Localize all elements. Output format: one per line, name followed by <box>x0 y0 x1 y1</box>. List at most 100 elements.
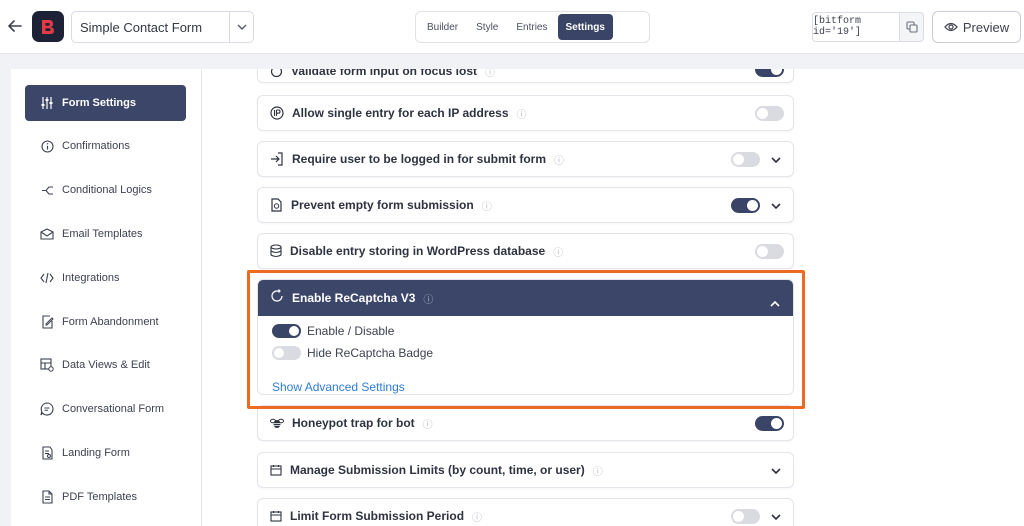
setting-require-login: Require user to be logged in for submit … <box>257 141 794 177</box>
info-icon: ⓘ <box>516 109 527 121</box>
setting-prevent-empty: Prevent empty form submission ⓘ <box>257 187 794 223</box>
tab-builder[interactable]: Builder <box>419 14 466 40</box>
database-icon <box>270 244 282 258</box>
preview-button[interactable]: Preview <box>932 11 1021 43</box>
setting-label: Limit Form Submission Period <box>290 509 465 523</box>
form-name-select[interactable]: Simple Contact Form <box>71 11 254 43</box>
sidebar-item-label: Form Settings <box>62 97 136 109</box>
setting-label: Honeypot trap for bot <box>292 416 415 430</box>
pdf-doc-icon <box>40 490 54 504</box>
recaptcha-enable-toggle[interactable] <box>272 324 301 338</box>
sidebar-item-label: Conditional Logics <box>62 184 152 196</box>
sidebar-item-form-abandonment[interactable]: Form Abandonment <box>25 304 186 340</box>
chat-icon <box>40 402 54 416</box>
envelope-icon <box>40 227 54 241</box>
sidebar-item-label: Email Templates <box>62 228 143 240</box>
hide-badge-label: Hide ReCaptcha Badge <box>307 346 434 360</box>
branch-icon <box>40 183 54 197</box>
preview-label: Preview <box>962 19 1010 35</box>
sidebar-item-confirmations[interactable]: Confirmations <box>25 128 186 164</box>
form-name: Simple Contact Form <box>80 19 203 35</box>
submission-period-toggle[interactable] <box>731 509 760 524</box>
tab-settings[interactable]: Settings <box>557 14 613 40</box>
chevron-down-icon[interactable] <box>768 463 784 479</box>
recaptcha-icon <box>270 288 284 308</box>
sidebar-item-conditional-logics[interactable]: Conditional Logics <box>25 172 186 208</box>
info-icon: ⓘ <box>423 294 434 306</box>
bitform-logo <box>32 11 64 42</box>
recaptcha-badge-row: Hide ReCaptcha Badge <box>272 346 433 360</box>
sidebar-item-landing-form[interactable]: Landing Form <box>25 435 186 471</box>
setting-submission-period: Limit Form Submission Period ⓘ <box>257 498 794 526</box>
sidebar-item-conversational-form[interactable]: Conversational Form <box>25 391 186 427</box>
shield-doc-icon <box>270 198 283 212</box>
sidebar-item-label: Conversational Form <box>62 403 165 415</box>
sidebar-item-integrations[interactable]: Integrations <box>25 260 186 296</box>
doc-search-icon <box>40 446 54 460</box>
setting-label: Prevent empty form submission <box>291 198 474 212</box>
chevron-down-icon[interactable] <box>768 509 784 525</box>
recaptcha-title: Enable ReCaptcha V3 <box>292 291 416 305</box>
chevron-up-icon[interactable] <box>770 294 780 312</box>
setting-label: Manage Submission Limits (by count, time… <box>290 463 585 477</box>
info-icon: ⓘ <box>422 419 433 431</box>
settings-sidebar: Form Settings Confirmations Conditional … <box>11 69 202 526</box>
sidebar-item-label: PDF Templates <box>62 491 137 503</box>
honeypot-toggle[interactable] <box>755 416 784 431</box>
sidebar-item-label: Landing Form <box>62 447 130 459</box>
setting-label: Allow single entry for each IP address <box>292 106 509 120</box>
back-arrow-icon[interactable] <box>5 15 25 37</box>
chevron-down-icon[interactable] <box>768 152 784 168</box>
sidebar-item-email-templates[interactable]: Email Templates <box>25 216 186 252</box>
require-login-toggle[interactable] <box>731 152 760 167</box>
setting-label: Require user to be logged in for submit … <box>292 152 547 166</box>
tab-entries[interactable]: Entries <box>508 14 555 40</box>
sidebar-item-pdf-templates[interactable]: PDF Templates <box>25 479 186 515</box>
sidebar-item-label: Form Abandonment <box>62 316 159 328</box>
hide-badge-toggle[interactable] <box>272 346 301 360</box>
info-icon: ⓘ <box>481 201 492 213</box>
prevent-empty-toggle[interactable] <box>731 198 760 213</box>
setting-single-ip: Allow single entry for each IP address ⓘ <box>257 95 794 131</box>
info-icon: ⓘ <box>554 155 565 167</box>
setting-validate-focus: Validate form input on focus lost ⓘ <box>257 69 794 83</box>
chevron-down-icon[interactable] <box>768 198 784 214</box>
code-icon <box>40 271 54 285</box>
chevron-down-icon[interactable] <box>229 12 253 42</box>
sidebar-item-label: Data Views & Edit <box>62 359 150 371</box>
copy-icon[interactable] <box>899 12 924 42</box>
sidebar-item-form-settings[interactable]: Form Settings <box>25 85 186 121</box>
info-icon: ⓘ <box>553 247 564 259</box>
top-bar: Simple Contact Form Builder Style Entrie… <box>0 0 1024 54</box>
info-circle-icon <box>40 139 54 153</box>
sidebar-item-data-views[interactable]: Data Views & Edit <box>25 347 186 383</box>
single-ip-toggle[interactable] <box>755 106 784 121</box>
info-icon: ⓘ <box>485 69 496 79</box>
setting-label: Validate form input on focus lost <box>291 69 478 78</box>
login-icon <box>270 152 284 166</box>
recaptcha-header[interactable]: Enable ReCaptcha V3 ⓘ <box>258 280 793 316</box>
shortcode-display[interactable]: [bitform id='19'] <box>812 12 900 42</box>
edit-doc-icon <box>40 315 54 329</box>
recaptcha-enable-row: Enable / Disable <box>272 324 394 338</box>
setting-disable-storing: Disable entry storing in WordPress datab… <box>257 233 794 269</box>
setting-label: Disable entry storing in WordPress datab… <box>290 244 546 258</box>
setting-submission-limits: Manage Submission Limits (by count, time… <box>257 452 794 488</box>
table-edit-icon <box>40 358 54 372</box>
tab-style[interactable]: Style <box>468 14 506 40</box>
info-icon: ⓘ <box>592 466 603 478</box>
builder-tabs: Builder Style Entries Settings <box>415 11 650 43</box>
calendar-icon <box>270 464 282 476</box>
disable-storing-toggle[interactable] <box>755 244 784 259</box>
sliders-icon <box>40 96 54 110</box>
info-icon: ⓘ <box>472 512 483 524</box>
settings-panel: Validate form input on focus lost ⓘ Allo… <box>202 69 1024 526</box>
sidebar-item-label: Confirmations <box>62 140 130 152</box>
eye-icon <box>944 20 958 35</box>
calendar-icon <box>270 510 282 522</box>
ip-icon <box>270 106 284 120</box>
validate-toggle[interactable] <box>755 69 784 77</box>
show-advanced-settings-link[interactable]: Show Advanced Settings <box>272 380 405 394</box>
sidebar-item-label: Integrations <box>62 272 120 284</box>
recaptcha-enable-label: Enable / Disable <box>307 324 395 338</box>
